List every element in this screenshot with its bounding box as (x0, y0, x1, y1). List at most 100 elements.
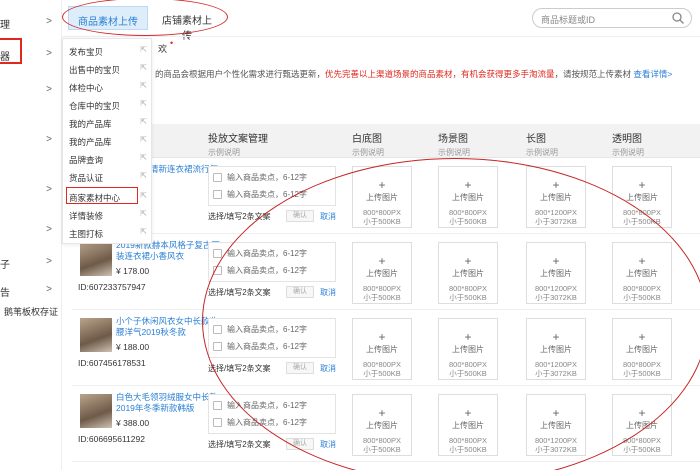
menu-item-on-sale[interactable]: 出售中的宝贝 ⇱ (69, 61, 149, 79)
menu-item-label: 主图打标 (69, 229, 104, 239)
menu-item-product-lib-2[interactable]: 我的产品库 ⇱ (69, 133, 149, 151)
pin-icon[interactable]: ⇱ (140, 135, 147, 144)
menu-item-warehouse[interactable]: 仓库中的宝贝 ⇱ (69, 97, 149, 115)
column-title: 投放文案管理 (208, 134, 268, 145)
column-transparent: 透明图 示例说明 (612, 130, 644, 158)
chevron-right-icon: > (46, 256, 52, 267)
search-box[interactable]: 商品标题或ID (532, 8, 692, 28)
menu-item-brand-query[interactable]: 品牌查询 ⇱ (69, 151, 149, 169)
product-price: ¥ 188.00 (116, 342, 150, 352)
menu-item-label: 出售中的宝贝 (69, 65, 121, 75)
sidebar-item-3[interactable]: > (0, 80, 60, 102)
sidebar-item-label: 告 (0, 288, 10, 299)
sidebar-item-5[interactable]: > (0, 180, 60, 202)
search-input[interactable]: 商品标题或ID (541, 13, 595, 26)
search-icon[interactable] (671, 11, 685, 25)
notice-highlight: 优先完善以上渠道场景的商品素材，有机会获得更多手淘流量 (325, 69, 555, 79)
divider (62, 36, 700, 37)
menu-item-main-image-tag[interactable]: 主图打标 ⇱ (69, 225, 149, 243)
sidebar-item-7[interactable]: 子 > (0, 252, 60, 274)
sidebar-item-label: 器 (0, 52, 10, 63)
sidebar-footer-text[interactable]: 鹅苇板权存证 (4, 305, 58, 318)
column-title: 长图 (526, 134, 546, 145)
menu-item-material-center[interactable]: 商家素材中心 ⇱ (66, 187, 149, 207)
pin-icon[interactable]: ⇱ (140, 99, 147, 108)
menu-item-label: 仓库中的宝贝 (69, 101, 121, 111)
chevron-right-icon: > (46, 134, 52, 145)
product-id: ID:607456178531 (78, 358, 146, 368)
chevron-right-icon: > (46, 224, 52, 235)
product-id: ID:607233757947 (78, 282, 146, 292)
pin-icon[interactable]: ⇱ (140, 81, 147, 90)
product-price: ¥ 178.00 (116, 266, 150, 276)
menu-item-label: 详情装修 (69, 211, 104, 221)
sidebar-item-4[interactable]: > (0, 130, 60, 152)
menu-item-label: 商家素材中心 (69, 193, 121, 203)
column-long: 长图 示例说明 (526, 130, 558, 158)
column-title: 场景图 (438, 134, 468, 145)
product-price: ¥ 388.00 (116, 418, 150, 428)
pin-icon[interactable]: ⇱ (140, 191, 147, 200)
submenu-flyout: 发布宝贝 ⇱ 出售中的宝贝 ⇱ 体检中心 ⇱ 仓库中的宝贝 ⇱ 我的产品库 ⇱ 我的产品库… (62, 38, 152, 244)
menu-item-label: 品牌查询 (69, 155, 104, 165)
notice-mid: ，请按规范上传素材 (554, 69, 632, 79)
menu-item-label: 货品认证 (69, 173, 104, 183)
sidebar-item-6[interactable]: > (0, 220, 60, 242)
view-details-link[interactable]: 查看详情> (633, 69, 672, 79)
sidebar-item-8[interactable]: 告 > (0, 280, 60, 302)
plus-icon: + (638, 178, 646, 192)
notice-heading: 欢 (158, 44, 168, 54)
example-link[interactable]: 示例说明 (208, 147, 268, 158)
pin-icon[interactable]: ⇱ (140, 63, 147, 72)
copy-checkbox[interactable] (213, 190, 222, 199)
menu-item-label: 我的产品库 (69, 119, 112, 129)
example-link[interactable]: 示例说明 (612, 147, 644, 158)
product-id: ID:606695611292 (78, 434, 145, 444)
pin-icon[interactable]: ⇱ (140, 227, 147, 236)
pin-icon[interactable]: ⇱ (140, 171, 147, 180)
column-title: 白底图 (352, 134, 382, 145)
sidebar-item-label: 理 (0, 20, 10, 31)
sidebar-item-label: 子 (0, 260, 10, 271)
example-link[interactable]: 示例说明 (526, 147, 558, 158)
product-thumbnail[interactable] (80, 242, 112, 276)
copy-checkbox[interactable] (213, 401, 222, 410)
sidebar-item-1[interactable]: 理 > (0, 12, 60, 34)
chevron-right-icon: > (46, 84, 52, 95)
product-thumbnail[interactable] (80, 318, 112, 352)
chevron-right-icon: > (46, 184, 52, 195)
copy-input[interactable]: 输入商品卖点，6-12字 (227, 172, 307, 183)
copy-line: 输入商品卖点，6-12字 (213, 171, 331, 185)
column-title: 透明图 (612, 134, 642, 145)
menu-item-publish[interactable]: 发布宝贝 ⇱ (69, 43, 149, 61)
pin-icon[interactable]: ⇱ (140, 153, 147, 162)
menu-item-label: 体检中心 (69, 83, 104, 93)
table-header: 投放文案管理 示例说明 白底图 示例说明 场景图 示例说明 长图 示例说明 透明图 示例说… (72, 124, 700, 158)
column-white-bg: 白底图 示例说明 (352, 130, 384, 158)
notice-text: 的商品会根据用户个性化需求进行甄选更新，优先完善以上渠道场景的商品素材，有机会获… (155, 68, 672, 80)
red-dot-marker: • (170, 38, 174, 48)
chevron-right-icon: > (46, 48, 52, 59)
column-copy: 投放文案管理 示例说明 (208, 130, 268, 158)
example-link[interactable]: 示例说明 (352, 147, 384, 158)
pin-icon[interactable]: ⇱ (140, 45, 147, 54)
menu-item-product-lib[interactable]: 我的产品库 ⇱ (69, 115, 149, 133)
copy-checkbox[interactable] (213, 418, 222, 427)
menu-item-detail-decor[interactable]: 详情装修 ⇱ (69, 207, 149, 225)
menu-item-checkup[interactable]: 体检中心 ⇱ (69, 79, 149, 97)
menu-item-label: 我的产品库 (69, 137, 112, 147)
chevron-right-icon: > (46, 284, 52, 295)
column-scene: 场景图 示例说明 (438, 130, 470, 158)
pin-icon[interactable]: ⇱ (140, 209, 147, 218)
sidebar-item-2[interactable]: 器 > (0, 44, 60, 66)
product-thumbnail[interactable] (80, 394, 112, 428)
example-link[interactable]: 示例说明 (438, 147, 470, 158)
copy-select-hint: 选择/填写2条文案 (208, 440, 271, 449)
menu-item-goods-cert[interactable]: 货品认证 ⇱ (69, 169, 149, 187)
copy-checkbox[interactable] (213, 173, 222, 182)
menu-item-label: 发布宝贝 (69, 47, 104, 57)
chevron-right-icon: > (46, 16, 52, 27)
copy-checkbox[interactable] (213, 249, 222, 258)
pin-icon[interactable]: ⇱ (140, 117, 147, 126)
annotation-ellipse (202, 158, 700, 470)
